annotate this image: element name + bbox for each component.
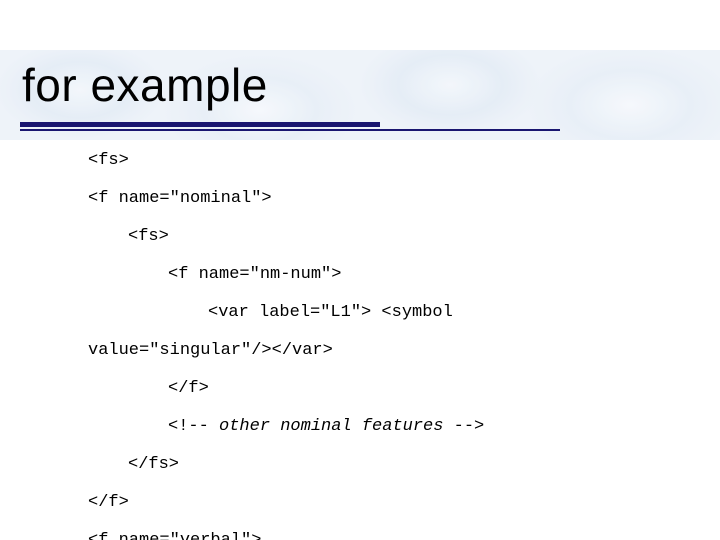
comment-open: <!-- [168, 417, 219, 436]
code-line: value="singular"/></var> [88, 341, 550, 360]
code-line: <!-- other nominal features --> [88, 417, 550, 436]
code-line: <fs> [88, 151, 550, 170]
code-line: </f> [88, 493, 550, 512]
title-underline-heavy [20, 122, 380, 127]
title-underline-thin [20, 129, 560, 131]
code-line: <f name="nm-num"> [88, 265, 550, 284]
slide: for example <fs> <f name="nominal"> <fs>… [0, 0, 720, 540]
comment-text: other nominal features [219, 417, 443, 436]
code-block: <fs> <f name="nominal"> <fs> <f name="nm… [88, 132, 550, 540]
code-line: <fs> [88, 227, 550, 246]
comment-close: --> [443, 417, 484, 436]
code-line: <var label="L1"> <symbol [88, 303, 550, 322]
code-line: <f name="verbal"> [88, 531, 550, 540]
code-line: </fs> [88, 455, 550, 474]
slide-title: for example [22, 58, 268, 112]
code-line: <f name="nominal"> [88, 189, 550, 208]
code-line: </f> [88, 379, 550, 398]
